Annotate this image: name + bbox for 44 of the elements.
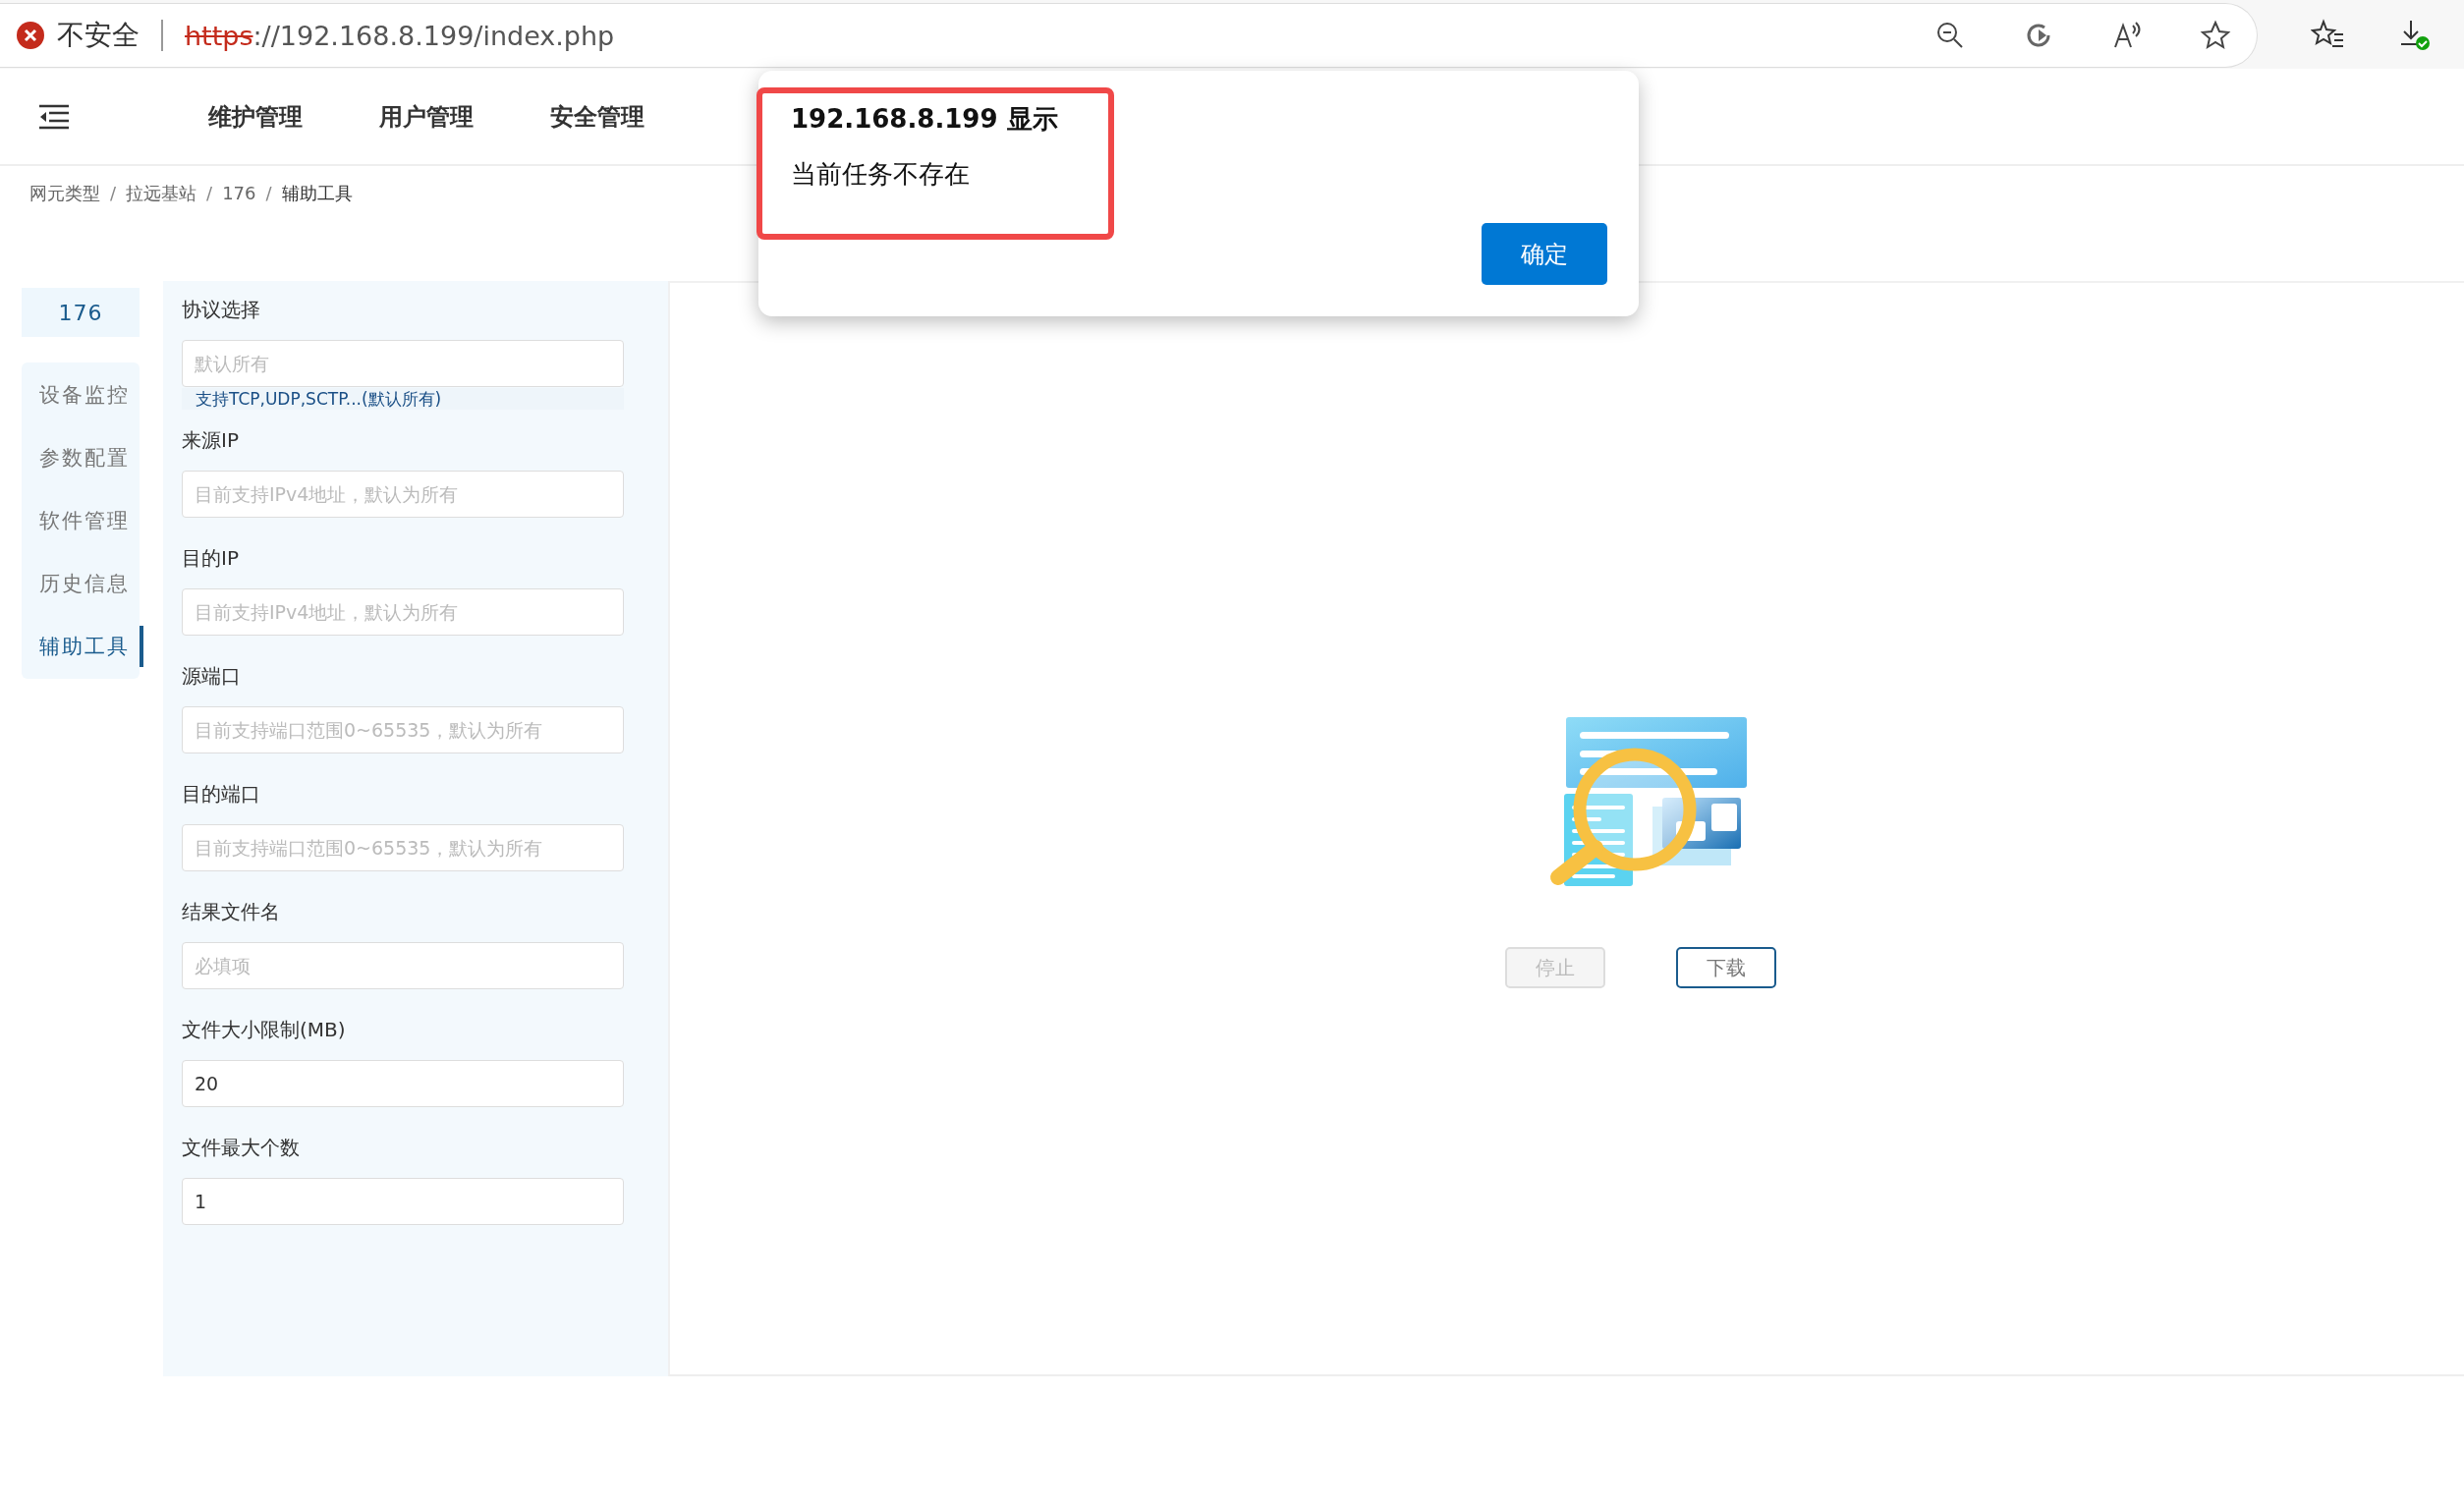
input-field[interactable]: 1 <box>182 1178 624 1225</box>
breadcrumb-link[interactable]: 网元类型 <box>29 183 100 203</box>
field-label: 目的端口 <box>182 781 261 808</box>
error-icon <box>16 21 45 50</box>
field-label: 文件大小限制(MB) <box>182 1017 347 1043</box>
sidebar-item[interactable]: 参数配置 <box>39 437 140 478</box>
star-icon[interactable] <box>2200 20 2231 51</box>
input-field[interactable]: 目前支持IPv4地址，默认为所有 <box>182 588 624 636</box>
field-hint: 支持TCP,UDP,SCTP...(默认所有) <box>182 388 624 410</box>
breadcrumb-separator: / <box>110 183 117 203</box>
nav-link[interactable]: 用户管理 <box>379 100 474 133</box>
dialog-message: 当前任务不存在 <box>791 158 970 191</box>
sidebar-item[interactable]: 历史信息 <box>39 563 140 604</box>
field-label: 结果文件名 <box>182 899 281 925</box>
field-label: 文件最大个数 <box>182 1135 301 1161</box>
ok-button[interactable]: 确定 <box>1482 223 1607 285</box>
nav-link[interactable]: 安全管理 <box>550 100 644 133</box>
favorites-icon[interactable] <box>2311 19 2344 50</box>
sidebar-item[interactable]: 设备监控 <box>39 374 140 416</box>
input-field[interactable]: 目前支持端口范围0~65535，默认为所有 <box>182 706 624 753</box>
input-field[interactable]: 必填项 <box>182 942 624 989</box>
input-field[interactable]: 默认所有 <box>182 340 624 387</box>
input-field[interactable]: 目前支持IPv4地址，默认为所有 <box>182 471 624 518</box>
field-label: 协议选择 <box>182 297 261 323</box>
dialog-title: 192.168.8.199 显示 <box>791 103 1058 136</box>
menu-icon[interactable] <box>37 103 71 130</box>
field-label: 源端口 <box>182 663 242 690</box>
input-field[interactable]: 20 <box>182 1060 624 1107</box>
action-button[interactable]: 下载 <box>1676 947 1776 988</box>
sidebar-item[interactable]: 软件管理 <box>39 500 140 541</box>
breadcrumb-separator: / <box>265 183 272 203</box>
breadcrumb-separator: / <box>206 183 213 203</box>
input-field[interactable]: 目前支持端口范围0~65535，默认为所有 <box>182 824 624 871</box>
breadcrumb-link[interactable]: 176 <box>222 183 256 203</box>
field-label: 来源IP <box>182 427 240 454</box>
breadcrumb-current: 辅助工具 <box>281 183 353 203</box>
security-label[interactable]: 不安全 <box>57 17 140 54</box>
nav-link[interactable]: 维护管理 <box>208 100 303 133</box>
breadcrumb-link[interactable]: 拉远基站 <box>126 183 197 203</box>
sidebar-title: 176 <box>22 288 140 337</box>
sidebar-item[interactable]: 辅助工具 <box>39 626 143 667</box>
field-label: 目的IP <box>182 545 240 572</box>
address-bar[interactable]: 不安全 https://192.168.8.199/index.php <box>0 3 2258 68</box>
url-text: https://192.168.8.199/index.php <box>185 20 615 51</box>
